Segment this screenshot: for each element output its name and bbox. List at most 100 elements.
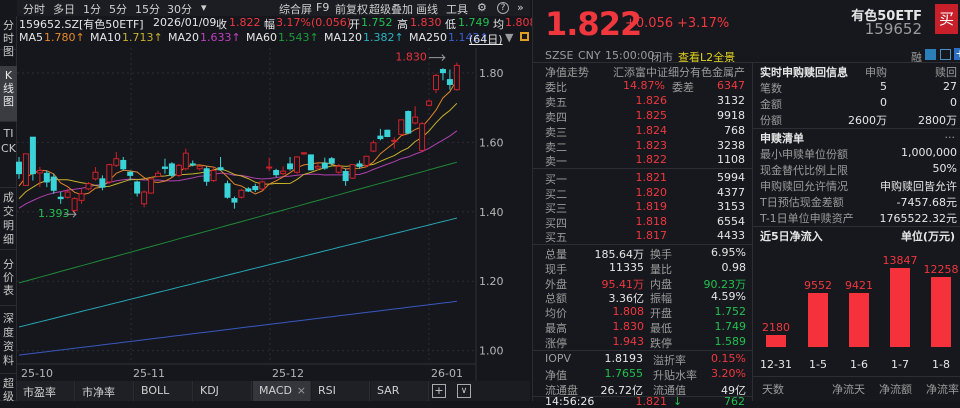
candle xyxy=(307,154,314,171)
flow-date: 1-5 xyxy=(809,358,827,371)
ask-volume: 3132 xyxy=(717,94,745,107)
tick-volume: 762 xyxy=(724,395,745,408)
candle xyxy=(280,166,287,176)
ask-volume: 768 xyxy=(724,124,745,137)
indicator-tabs: 市盈率 市净率 BOLL KDJ MACD × RSI SAR + ∨ xyxy=(17,381,530,401)
stat-value: 4.59% xyxy=(711,290,746,304)
divider xyxy=(753,376,960,377)
quote-panel: 1.822 +0.056 +3.17% 有色50ETF 159652 买 SZS… xyxy=(532,0,960,408)
candle xyxy=(412,106,419,125)
y-tick-label: 1.60 xyxy=(479,136,504,149)
tab-label: SAR xyxy=(377,384,400,397)
candle xyxy=(252,183,259,193)
edit-icon[interactable] xyxy=(925,49,936,60)
candle xyxy=(85,181,92,191)
candle xyxy=(50,173,57,194)
ma60-line xyxy=(18,161,458,284)
tab-label: RSI xyxy=(318,384,336,397)
kline-panel: 分时 多日 1分 5分 15分 30分 ▾ 综合屏 F9 前复权 超级叠加 画线… xyxy=(0,0,537,403)
y-tick-label: 1.80 xyxy=(479,67,504,80)
x-tick-label: 25-10 xyxy=(21,367,53,380)
flow-bar xyxy=(766,334,786,347)
indicator-tab-sar[interactable]: SAR xyxy=(371,381,429,401)
flow-unit: 单位(万元) xyxy=(900,230,955,243)
candle xyxy=(391,137,398,149)
flow-bar xyxy=(849,293,869,347)
kline-chart[interactable]: 1.80 1.60 1.40 1.20 1.00 25-10 25-11 25-12 26-01… xyxy=(0,0,530,381)
candle xyxy=(321,157,328,170)
ma5-line xyxy=(18,79,458,196)
flow-value: 12258 xyxy=(923,263,959,277)
add-icon[interactable]: + xyxy=(954,48,960,60)
redeem-value: 2800万 xyxy=(918,114,957,127)
indicator-tab-rsi[interactable]: RSI xyxy=(312,381,370,401)
flow-tab[interactable]: 天数 xyxy=(762,381,784,397)
candle xyxy=(439,68,446,81)
bid-volume: 4377 xyxy=(717,186,745,199)
ask-volume: 9918 xyxy=(717,109,745,122)
candle xyxy=(155,170,161,178)
candle xyxy=(168,162,175,178)
indicator-tab-kdj[interactable]: KDJ xyxy=(194,381,252,401)
buy-button[interactable]: 买 xyxy=(935,4,958,34)
flow-date: 1-7 xyxy=(891,358,909,371)
stat-value: 0.15% xyxy=(711,352,746,365)
candle xyxy=(405,110,412,134)
flow-date: 12-31 xyxy=(760,358,792,371)
high-marker: 1.830 xyxy=(395,51,427,64)
candle xyxy=(175,163,182,178)
candle xyxy=(148,177,155,194)
add-indicator-icon[interactable]: + xyxy=(432,384,446,398)
flow-tab[interactable]: 净流天 xyxy=(832,381,865,397)
y-tick-label: 1.40 xyxy=(479,206,504,219)
candle xyxy=(419,121,426,152)
candle xyxy=(238,188,245,199)
candle xyxy=(16,156,22,179)
alert-icon[interactable] xyxy=(940,49,951,60)
tab-label: KDJ xyxy=(200,384,219,397)
bid-volume: 3153 xyxy=(717,200,745,213)
candle xyxy=(300,152,307,155)
candle xyxy=(196,165,203,171)
arrow-icon xyxy=(428,54,446,61)
ask-volume: 1108 xyxy=(717,153,745,166)
more-button[interactable]: ... xyxy=(753,128,956,141)
redeem-value: 27 xyxy=(943,80,957,93)
divider xyxy=(533,350,752,351)
flow-tab[interactable]: 净流额 xyxy=(879,381,912,397)
candle xyxy=(377,128,384,141)
candle xyxy=(349,164,356,179)
x-tick-label: 25-11 xyxy=(133,367,165,380)
indicator-tab-macd[interactable]: MACD × xyxy=(253,381,311,401)
stat-value: 1.589 xyxy=(714,334,747,348)
tab-label: BOLL xyxy=(141,384,170,397)
flow-date: 1-8 xyxy=(932,358,950,371)
row-value: 1,000,000 xyxy=(901,146,957,159)
candle xyxy=(426,99,433,107)
flow-tab[interactable]: 净流率 xyxy=(926,381,959,397)
bid-volume: 4433 xyxy=(717,229,745,242)
candle xyxy=(259,180,266,191)
stat-value: 3.20% xyxy=(711,366,746,380)
indicator-tab-市盈率[interactable]: 市盈率 xyxy=(17,381,75,401)
y-tick-label: 1.00 xyxy=(479,345,504,358)
quote-time: 15:00:00 xyxy=(605,49,655,62)
indicator-tab-boll[interactable]: BOLL xyxy=(135,381,193,401)
bid-volume: 5994 xyxy=(717,171,745,184)
stat-value: 6.95% xyxy=(711,246,746,259)
bid-volume: 6554 xyxy=(717,215,745,228)
tab-label: 市盈率 xyxy=(23,386,56,399)
stat-value: 1.752 xyxy=(714,305,747,319)
tab-label: MACD xyxy=(259,384,292,397)
indicator-tab-市净率[interactable]: 市净率 xyxy=(76,381,134,401)
candle xyxy=(92,167,99,181)
chevron-down-icon[interactable]: ∨ xyxy=(457,384,471,398)
close-icon[interactable]: × xyxy=(297,384,306,397)
candle xyxy=(453,62,460,91)
flow-date: 1-6 xyxy=(850,358,868,371)
candle xyxy=(161,158,168,174)
candle xyxy=(113,152,120,168)
candle xyxy=(43,170,50,188)
flow-bar xyxy=(931,277,951,347)
exchange: SZSE xyxy=(545,49,574,62)
